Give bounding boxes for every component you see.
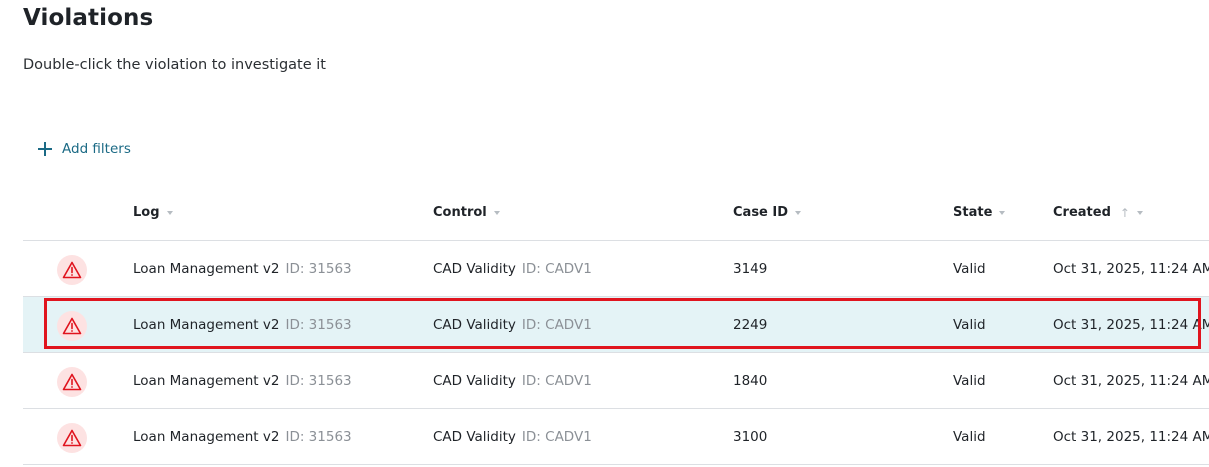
state-cell: Valid [953, 317, 986, 333]
warning-triangle-icon [57, 311, 87, 341]
case-id-cell: 2249 [733, 317, 768, 333]
log-cell: Loan Management v2 ID: 31563 [133, 317, 352, 333]
plus-icon [38, 142, 52, 156]
column-header-case-id[interactable]: Case ID [733, 205, 802, 220]
warning-triangle-icon [57, 423, 87, 453]
state-cell: Valid [953, 429, 986, 445]
chevron-down-icon [493, 210, 500, 215]
case-id-cell: 1840 [733, 373, 768, 389]
control-cell: CAD Validity ID: CADV1 [433, 373, 592, 389]
column-header-log[interactable]: Log [133, 205, 173, 220]
control-cell: CAD Validity ID: CADV1 [433, 429, 592, 445]
chevron-down-icon [999, 210, 1006, 215]
table-row[interactable]: Loan Management v2 ID: 31563 CAD Validity… [23, 409, 1209, 465]
column-header-created[interactable]: Created ↑ [1053, 205, 1143, 220]
created-cell: Oct 31, 2025, 11:24 AM [1053, 261, 1209, 277]
violations-page: Violations Double-click the violation to… [0, 0, 1209, 467]
created-cell: Oct 31, 2025, 11:24 AM [1053, 373, 1209, 389]
chevron-down-icon [166, 210, 173, 215]
violations-table: Log Control Case ID State Created ↑ Loan… [23, 185, 1209, 465]
control-cell: CAD Validity ID: CADV1 [433, 317, 592, 333]
table-header: Log Control Case ID State Created ↑ [23, 185, 1209, 241]
state-cell: Valid [953, 373, 986, 389]
page-title: Violations [23, 5, 154, 31]
created-cell: Oct 31, 2025, 11:24 AM [1053, 317, 1209, 333]
add-filters-button[interactable]: Add filters [38, 141, 131, 157]
control-cell: CAD Validity ID: CADV1 [433, 261, 592, 277]
created-cell: Oct 31, 2025, 11:24 AM [1053, 429, 1209, 445]
case-id-cell: 3100 [733, 429, 768, 445]
warning-triangle-icon [57, 255, 87, 285]
add-filters-label: Add filters [62, 141, 131, 157]
page-subtitle: Double-click the violation to investigat… [23, 57, 326, 73]
table-row-selected[interactable]: Loan Management v2 ID: 31563 CAD Validity… [23, 297, 1209, 353]
column-header-control[interactable]: Control [433, 205, 500, 220]
log-cell: Loan Management v2 ID: 31563 [133, 261, 352, 277]
state-cell: Valid [953, 261, 986, 277]
chevron-down-icon [1136, 210, 1143, 215]
table-row[interactable]: Loan Management v2 ID: 31563 CAD Validity… [23, 353, 1209, 409]
sort-ascending-icon: ↑ [1119, 205, 1130, 220]
chevron-down-icon [795, 210, 802, 215]
case-id-cell: 3149 [733, 261, 768, 277]
log-cell: Loan Management v2 ID: 31563 [133, 429, 352, 445]
log-cell: Loan Management v2 ID: 31563 [133, 373, 352, 389]
warning-triangle-icon [57, 367, 87, 397]
table-row[interactable]: Loan Management v2 ID: 31563 CAD Validity… [23, 241, 1209, 297]
column-header-state[interactable]: State [953, 205, 1006, 220]
